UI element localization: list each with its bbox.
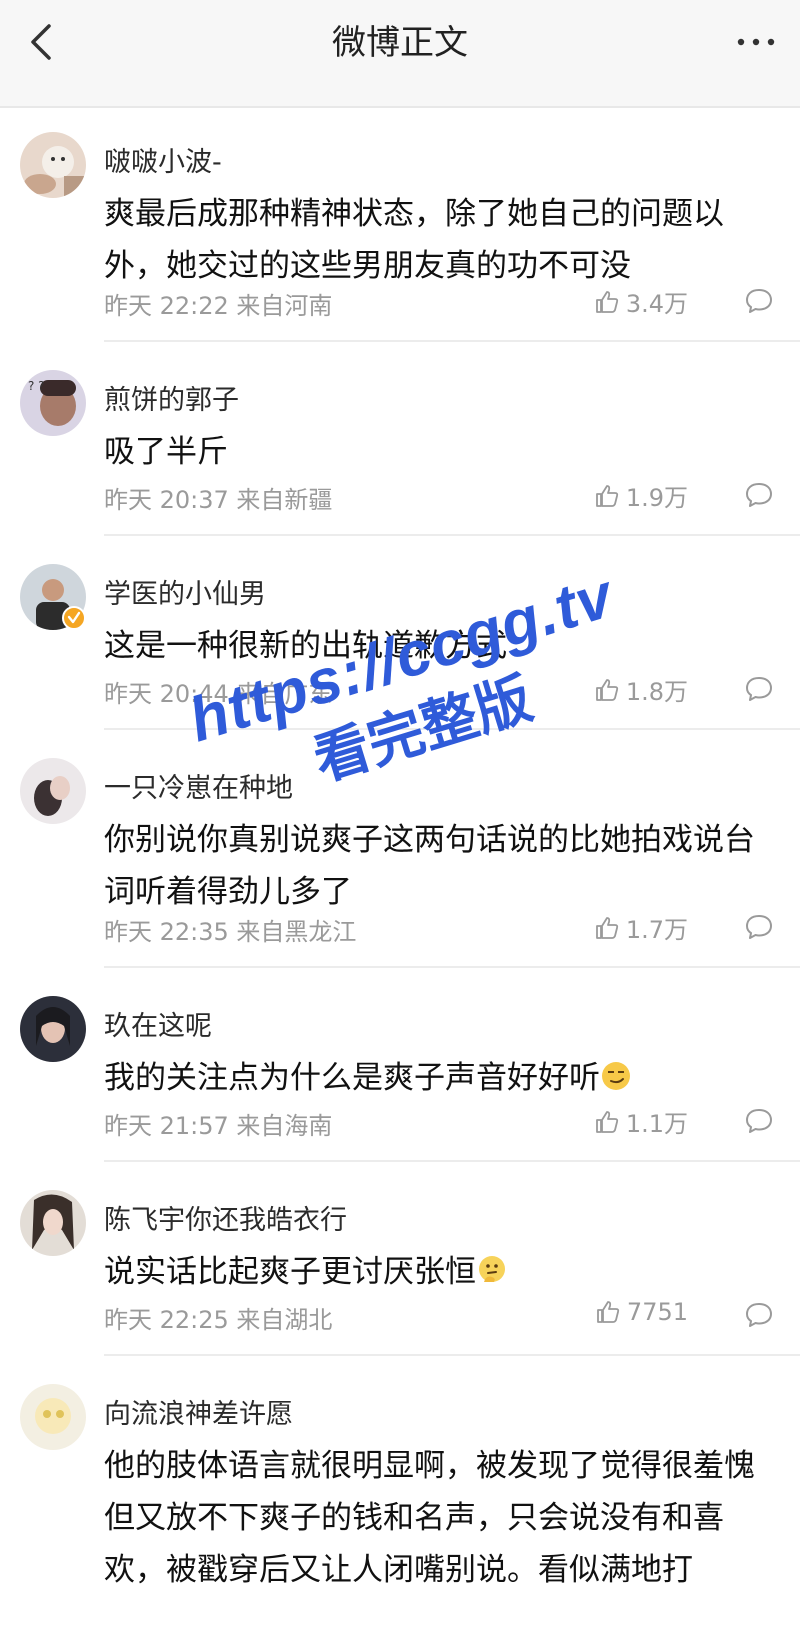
comment-item: 向流浪神差许愿 他的肢体语言就很明显啊，被发现了觉得很羞愧但又放不下爽子的钱和名…	[0, 1360, 800, 1647]
comment-username[interactable]: 学医的小仙男	[104, 572, 266, 611]
comment-username[interactable]: 向流浪神差许愿	[104, 1392, 293, 1431]
divider	[104, 1354, 800, 1356]
divider	[104, 1160, 800, 1162]
avatar[interactable]	[20, 1190, 86, 1256]
avatar[interactable]	[20, 1384, 86, 1450]
comment-meta: 昨天 21:57 来自海南	[104, 1112, 333, 1140]
like-count: 1.1万	[625, 1110, 688, 1138]
comment-bubble-icon[interactable]	[744, 480, 774, 510]
comment-meta: 昨天 22:35 来自黑龙江	[104, 918, 357, 946]
comment-text: 吸了半斤	[104, 434, 228, 470]
like-count: 1.9万	[625, 484, 688, 512]
comment-username[interactable]: 陈飞宇你还我皓衣行	[104, 1198, 347, 1237]
comment-username[interactable]: 一只冷崽在种地	[104, 766, 293, 805]
comment-item: 陈飞宇你还我皓衣行 说实话比起爽子更讨厌张恒 昨天 22:25 来自湖北 775…	[0, 1166, 800, 1356]
like-button[interactable]: 1.9万	[594, 478, 688, 513]
avatar[interactable]	[20, 132, 86, 198]
comment-meta: 昨天 22:22 来自河南	[104, 292, 333, 320]
divider	[104, 966, 800, 968]
thumbs-up-icon	[595, 678, 618, 701]
comment-bubble-icon[interactable]	[744, 912, 774, 942]
comment-text-content: 说实话比起爽子更讨厌张恒	[104, 1254, 476, 1290]
more-button[interactable]	[728, 14, 784, 70]
comment-text: 他的肢体语言就很明显啊，被发现了觉得很羞愧但又放不下爽子的钱和名声，只会说没有和…	[104, 1448, 755, 1588]
comment-item: 啵啵小波- 爽最后成那种精神状态，除了她自己的问题以外，她交过的这些男朋友真的功…	[0, 108, 800, 342]
thumbs-up-icon	[597, 1301, 620, 1323]
verified-badge-icon	[62, 606, 86, 630]
divider	[104, 728, 800, 730]
header-separator	[0, 86, 800, 108]
page-title: 微博正文	[332, 23, 468, 63]
comment-bubble-icon[interactable]	[744, 1300, 774, 1330]
comment-bubble-icon[interactable]	[744, 286, 774, 316]
like-button[interactable]: 1.8万	[594, 672, 688, 707]
thumbs-up-icon	[595, 484, 618, 507]
comment-text: 你别说你真别说爽子这两句话说的比她拍戏说台词听着得劲儿多了	[104, 822, 755, 910]
avatar[interactable]	[20, 996, 86, 1062]
avatar[interactable]	[20, 758, 86, 824]
comment-meta: 昨天 20:37 来自新疆	[104, 486, 333, 514]
thinking-emoji	[479, 1256, 505, 1282]
comment-meta: 昨天 20:44 来自广东	[104, 680, 333, 708]
svg-text:? ?: ? ?	[28, 379, 45, 393]
thumbs-up-icon	[595, 290, 618, 313]
like-count: 7751	[626, 1298, 688, 1326]
like-button[interactable]: 1.1万	[594, 1104, 688, 1139]
smirk-emoji	[602, 1062, 630, 1090]
comment-item: 学医的小仙男 这是一种很新的出轨道歉方式 昨天 20:44 来自广东 1.8万	[0, 540, 800, 730]
like-button[interactable]: 7751	[595, 1298, 688, 1326]
comment-meta: 昨天 22:25 来自湖北	[104, 1306, 333, 1334]
comment-username[interactable]: 煎饼的郭子	[104, 378, 239, 417]
comment-text-content: 我的关注点为什么是爽子声音好好听	[104, 1060, 600, 1096]
like-button[interactable]: 3.4万	[594, 284, 688, 319]
like-count: 1.7万	[625, 916, 688, 944]
top-nav-bar: 微博正文	[0, 0, 800, 86]
like-count: 1.8万	[625, 678, 688, 706]
comment-item: 玖在这呢 我的关注点为什么是爽子声音好好听 昨天 21:57 来自海南 1.1万	[0, 972, 800, 1162]
more-dots-icon	[737, 38, 775, 46]
thumbs-up-icon	[595, 1110, 618, 1133]
like-count: 3.4万	[625, 290, 688, 318]
comment-username[interactable]: 玖在这呢	[104, 1004, 212, 1043]
comment-item: ? ? 煎饼的郭子 吸了半斤 昨天 20:37 来自新疆 1.9万	[0, 346, 800, 536]
divider	[104, 534, 800, 536]
comment-text: 这是一种很新的出轨道歉方式	[104, 628, 507, 664]
like-button[interactable]: 1.7万	[594, 910, 688, 945]
divider	[104, 340, 800, 342]
thumbs-up-icon	[595, 916, 618, 939]
comment-text: 我的关注点为什么是爽子声音好好听	[104, 1052, 774, 1104]
comment-username[interactable]: 啵啵小波-	[104, 140, 222, 179]
comment-bubble-icon[interactable]	[744, 674, 774, 704]
comment-bubble-icon[interactable]	[744, 1106, 774, 1136]
avatar[interactable]: ? ?	[20, 370, 86, 436]
comment-text: 说实话比起爽子更讨厌张恒	[104, 1246, 774, 1298]
comment-item: 一只冷崽在种地 你别说你真别说爽子这两句话说的比她拍戏说台词听着得劲儿多了 昨天…	[0, 734, 800, 968]
comment-text: 爽最后成那种精神状态，除了她自己的问题以外，她交过的这些男朋友真的功不可没	[104, 196, 724, 284]
